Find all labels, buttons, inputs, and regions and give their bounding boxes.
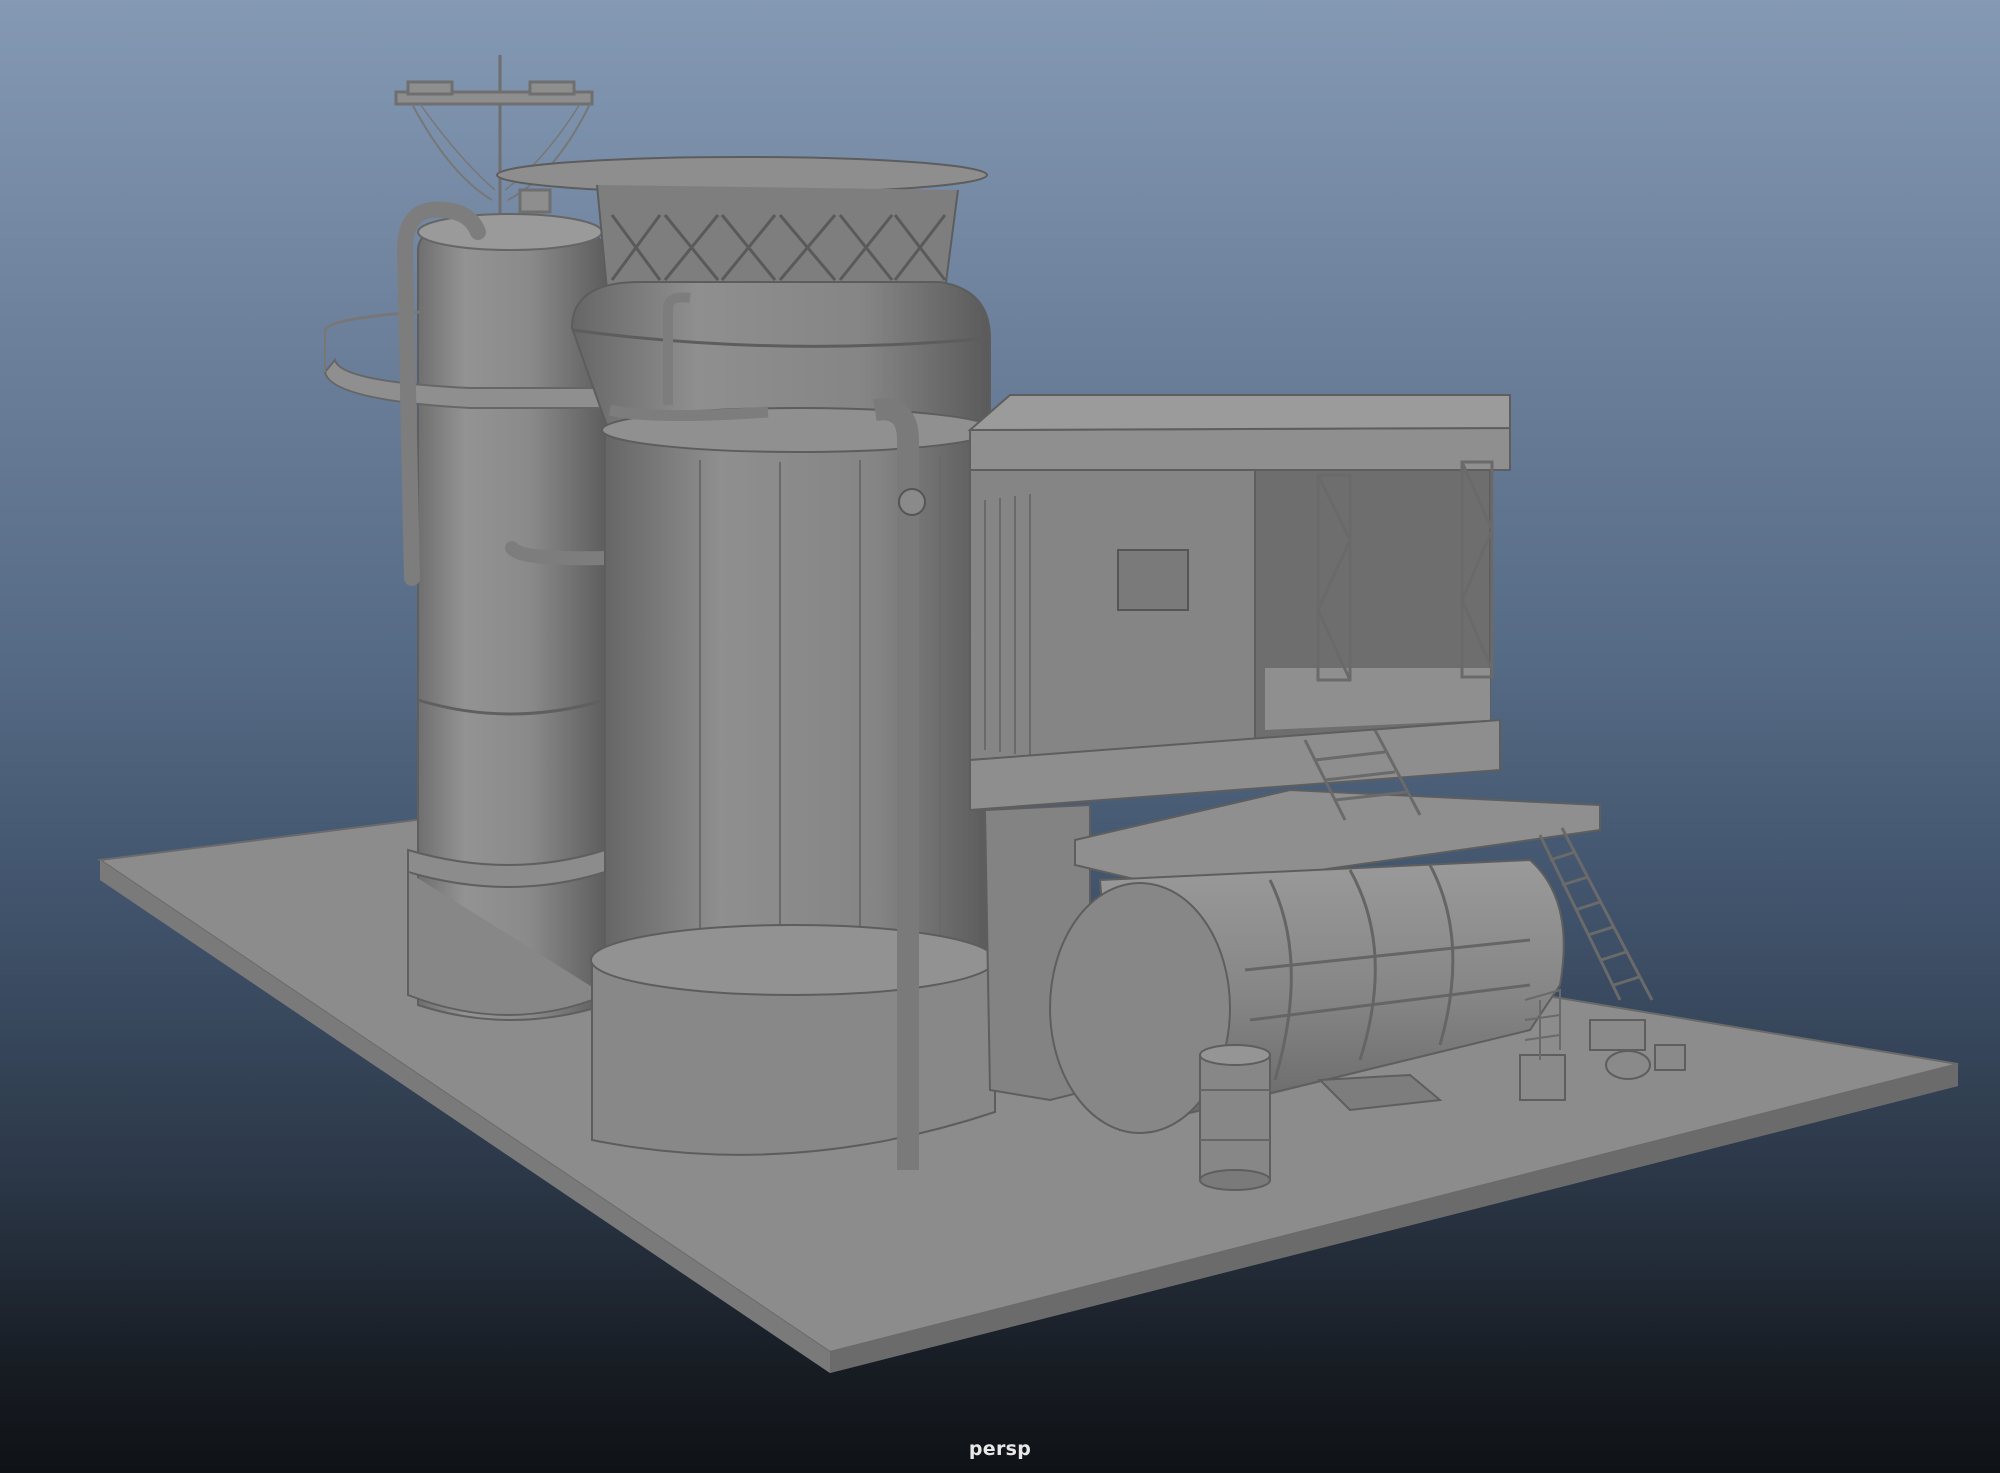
viewport-panel[interactable]: persp [0, 0, 2000, 1473]
perspective-scene[interactable] [0, 0, 2000, 1473]
barrel[interactable] [1199, 1044, 1271, 1191]
antenna-mast[interactable] [394, 55, 594, 215]
camera-name-label: persp [968, 1438, 1032, 1460]
